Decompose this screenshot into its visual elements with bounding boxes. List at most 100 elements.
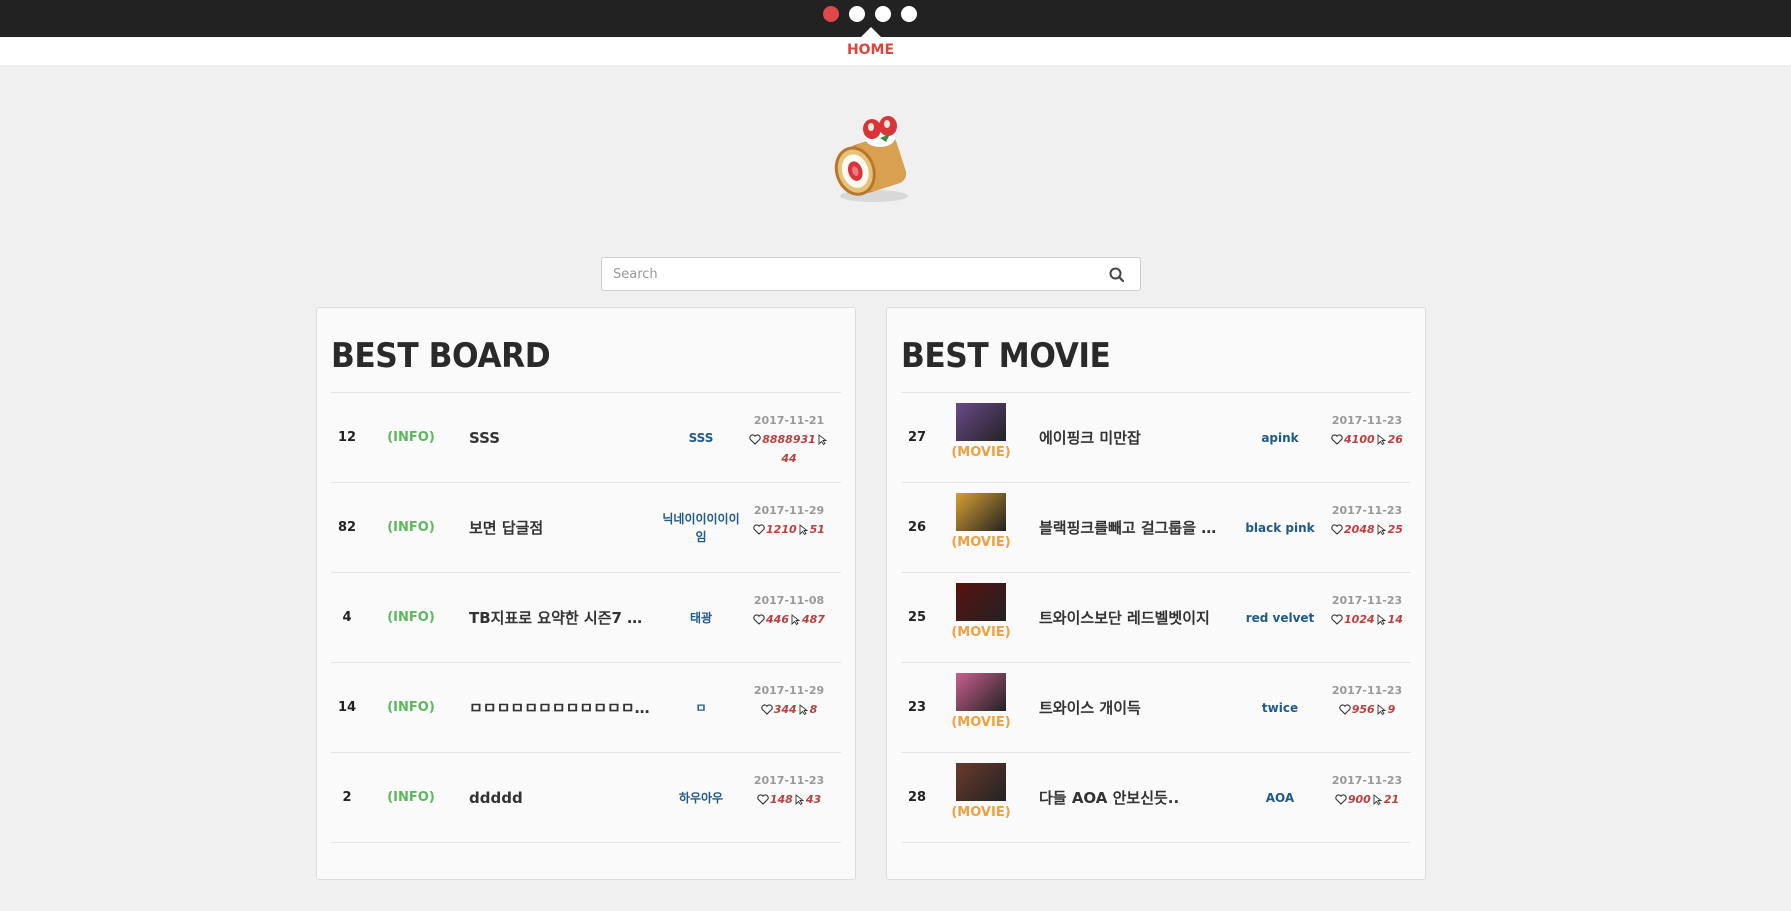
cursor-icon [799,524,808,535]
home-link[interactable]: HOME [0,42,1741,58]
video-thumbnail[interactable] [956,493,1006,531]
post-title[interactable]: TB지표로 요약한 시즌7 … [469,573,653,663]
heart-icon [1335,794,1347,805]
view-count: 14 [1387,613,1403,626]
post-number: 12 [337,430,357,445]
post-title[interactable]: 트와이스보단 레드벨벳이지 [1039,573,1223,663]
heart-icon [757,794,769,805]
board-row[interactable]: 14 (INFO) ㅁㅁㅁㅁㅁㅁㅁㅁㅁㅁㅁㅁㅁㅁㅁ… ㅁ 2017-11-29 … [331,663,841,753]
post-meta: 2017-11-29 344 8 [749,681,829,719]
post-author[interactable]: ㅁ [661,663,741,753]
post-date: 2017-11-23 [1331,594,1403,607]
post-author[interactable]: 닉네이이이이이임 [661,483,741,573]
post-title[interactable]: ㅁㅁㅁㅁㅁㅁㅁㅁㅁㅁㅁㅁㅁㅁㅁ… [469,663,653,753]
post-number: 25 [907,610,927,625]
post-date: 2017-11-23 [1331,504,1403,517]
view-count: 21 [1383,793,1400,806]
search-icon[interactable] [1108,266,1126,284]
movie-row[interactable]: 26 (MOVIE) 블랙핑크를빼고 걸그룹을 … black pink 201… [901,483,1411,573]
movie-list: 27 (MOVIE) 에이핑크 미만잡 apink 2017-11-23 410… [901,392,1411,843]
video-thumbnail[interactable] [956,403,1006,441]
video-thumbnail[interactable] [956,673,1006,711]
post-author[interactable]: SSS [661,393,741,483]
post-title[interactable]: ddddd [469,753,653,843]
category-label: (INFO) [387,520,435,535]
like-count: 1210 [766,523,797,536]
heart-icon [1338,704,1351,715]
heart-icon [749,434,761,445]
post-number: 23 [907,700,927,715]
view-count: 43 [805,793,822,806]
roll-cake-logo[interactable] [824,104,924,208]
active-caret [861,27,881,37]
post-author[interactable]: 하우아우 [661,753,741,843]
search-input[interactable] [602,258,1082,290]
post-author[interactable]: apink [1241,393,1319,483]
post-title[interactable]: 블랙핑크를빼고 걸그룹을 … [1039,483,1223,573]
post-meta: 2017-11-23 956 9 [1327,681,1407,719]
post-author[interactable]: black pink [1241,483,1319,573]
board-row[interactable]: 82 (INFO) 보면 답글점 닉네이이이이이임 2017-11-29 121… [331,483,841,573]
board-list: 12 (INFO) SSS SSS 2017-11-21 8888931 44 8… [331,392,841,843]
category-label: (INFO) [387,430,435,445]
post-number: 28 [907,790,927,805]
like-count: 148 [769,793,793,806]
page-dot-1[interactable] [823,6,839,22]
post-title[interactable]: 다들 AOA 안보신듯.. [1039,753,1223,843]
post-author[interactable]: 태광 [661,573,741,663]
board-row[interactable]: 2 (INFO) ddddd 하우아우 2017-11-23 148 43 [331,753,841,843]
cursor-icon [791,614,800,625]
post-date: 2017-11-21 [753,414,825,427]
post-author[interactable]: red velvet [1241,573,1319,663]
post-title[interactable]: 에이핑크 미만잡 [1039,393,1223,483]
page-dot-3[interactable] [875,6,891,22]
post-meta: 2017-11-23 2048 25 [1327,501,1407,539]
view-count: 51 [809,523,825,536]
post-title[interactable]: 보면 답글점 [469,483,653,573]
post-meta: 2017-11-29 1210 51 [749,501,829,539]
post-title[interactable]: 트와이스 개이득 [1039,663,1223,753]
video-thumbnail[interactable] [956,763,1006,801]
category-label: (MOVIE) [951,805,1011,820]
post-number: 2 [342,790,352,805]
post-title[interactable]: SSS [469,393,653,483]
cursor-icon [1377,614,1386,625]
page-dot-4[interactable] [901,6,917,22]
view-count: 44 [781,452,797,465]
movie-row[interactable]: 28 (MOVIE) 다들 AOA 안보신듯.. AOA 2017-11-23 … [901,753,1411,843]
post-author[interactable]: twice [1241,663,1319,753]
video-thumbnail[interactable] [956,583,1006,621]
post-number: 26 [907,520,927,535]
post-meta: 2017-11-21 8888931 44 [749,411,829,468]
heart-icon [753,524,765,535]
cursor-icon [1377,704,1386,715]
page-dot-2[interactable] [849,6,865,22]
view-count: 9 [1387,703,1396,716]
board-row[interactable]: 4 (INFO) TB지표로 요약한 시즌7 … 태광 2017-11-08 4… [331,573,841,663]
post-meta: 2017-11-23 1024 14 [1327,591,1407,629]
board-row[interactable]: 12 (INFO) SSS SSS 2017-11-21 8888931 44 [331,393,841,483]
movie-row[interactable]: 23 (MOVIE) 트와이스 개이득 twice 2017-11-23 956… [901,663,1411,753]
post-date: 2017-11-23 [1331,414,1403,427]
cursor-icon [1377,524,1386,535]
like-count: 900 [1347,793,1371,806]
category-label: (INFO) [387,610,435,625]
category-label: (MOVIE) [951,625,1011,640]
cursor-icon [799,704,808,715]
movie-row[interactable]: 27 (MOVIE) 에이핑크 미만잡 apink 2017-11-23 410… [901,393,1411,483]
post-author[interactable]: AOA [1241,753,1319,843]
post-meta: 2017-11-08 446 487 [749,591,829,629]
like-count: 4100 [1344,433,1375,446]
post-meta: 2017-11-23 148 43 [749,771,829,809]
cursor-icon [795,794,804,805]
like-count: 344 [773,703,797,716]
post-meta: 2017-11-23 4100 26 [1327,411,1407,449]
heart-icon [753,614,765,625]
movie-row[interactable]: 25 (MOVIE) 트와이스보단 레드벨벳이지 red velvet 2017… [901,573,1411,663]
post-number: 4 [342,610,352,625]
search-bar [601,257,1141,291]
post-date: 2017-11-23 [1331,684,1403,697]
post-date: 2017-11-08 [753,594,825,607]
best-movie-panel: BEST MOVIE 27 (MOVIE) 에이핑크 미만잡 apink 201… [886,307,1426,880]
post-date: 2017-11-29 [753,684,825,697]
